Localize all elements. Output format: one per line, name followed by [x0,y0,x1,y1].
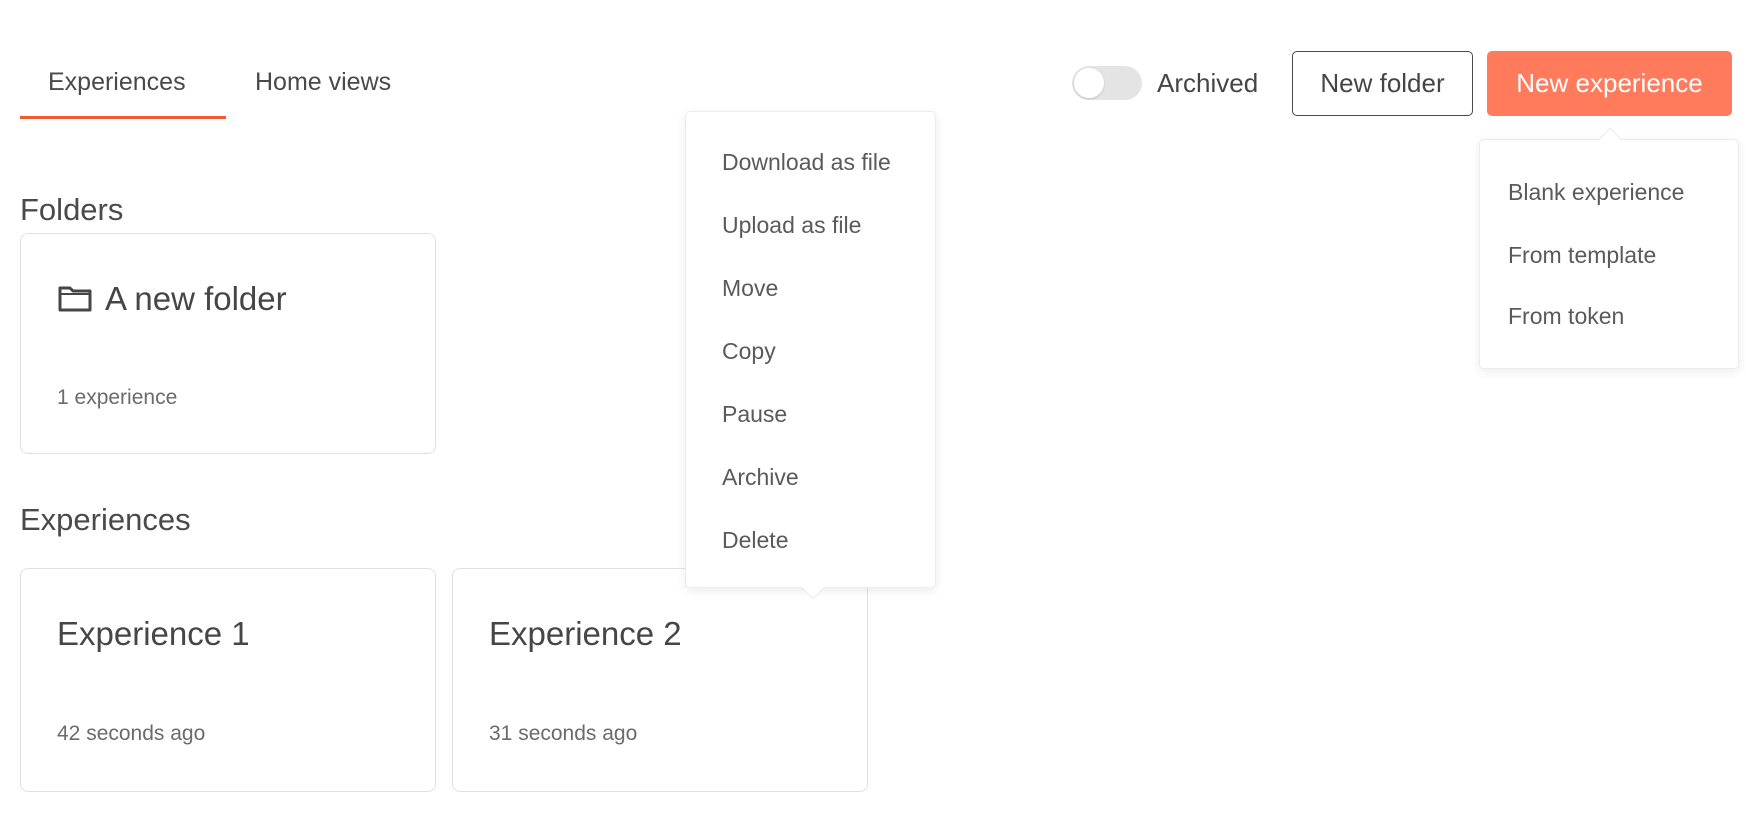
new-experience-menu: Blank experience From template From toke… [1479,127,1739,369]
experience-timestamp: 31 seconds ago [489,722,638,745]
experience-title: Experience 1 [57,615,250,652]
experiences-heading: Experiences [20,502,191,537]
new-experience-button[interactable]: New experience [1487,51,1732,116]
menu-item-from-template[interactable]: From template [1480,233,1738,277]
menu-caret [1598,127,1622,151]
active-tab-indicator [20,116,226,119]
tab-home-views[interactable]: Home views [255,62,391,102]
menu-item-pause[interactable]: Pause [686,392,935,436]
menu-item-archive[interactable]: Archive [686,455,935,499]
folder-name: A new folder [105,280,287,317]
menu-item-move[interactable]: Move [686,266,935,310]
menu-item-download[interactable]: Download as file [686,140,935,184]
menu-item-upload[interactable]: Upload as file [686,203,935,247]
menu-item-copy[interactable]: Copy [686,329,935,373]
folder-count: 1 experience [57,386,178,409]
archived-label: Archived [1157,68,1259,98]
folder-card[interactable]: A new folder 1 experience [20,233,436,454]
new-folder-button[interactable]: New folder [1292,51,1473,116]
tab-experiences[interactable]: Experiences [48,62,186,102]
menu-item-delete[interactable]: Delete [686,518,935,562]
menu-item-from-token[interactable]: From token [1480,294,1738,338]
experience-card[interactable]: Experience 2 31 seconds ago [452,568,868,792]
folders-heading: Folders [20,192,124,227]
menu-item-blank-experience[interactable]: Blank experience [1480,170,1738,214]
toggle-knob [1074,68,1104,98]
folder-title: A new folder [57,278,287,320]
experience-context-menu: Download as file Upload as file Move Cop… [685,111,936,600]
archived-toggle[interactable] [1072,66,1142,100]
experience-timestamp: 42 seconds ago [57,722,206,745]
experience-card[interactable]: Experience 1 42 seconds ago [20,568,436,792]
folder-icon [58,286,92,312]
experience-title: Experience 2 [489,615,682,652]
